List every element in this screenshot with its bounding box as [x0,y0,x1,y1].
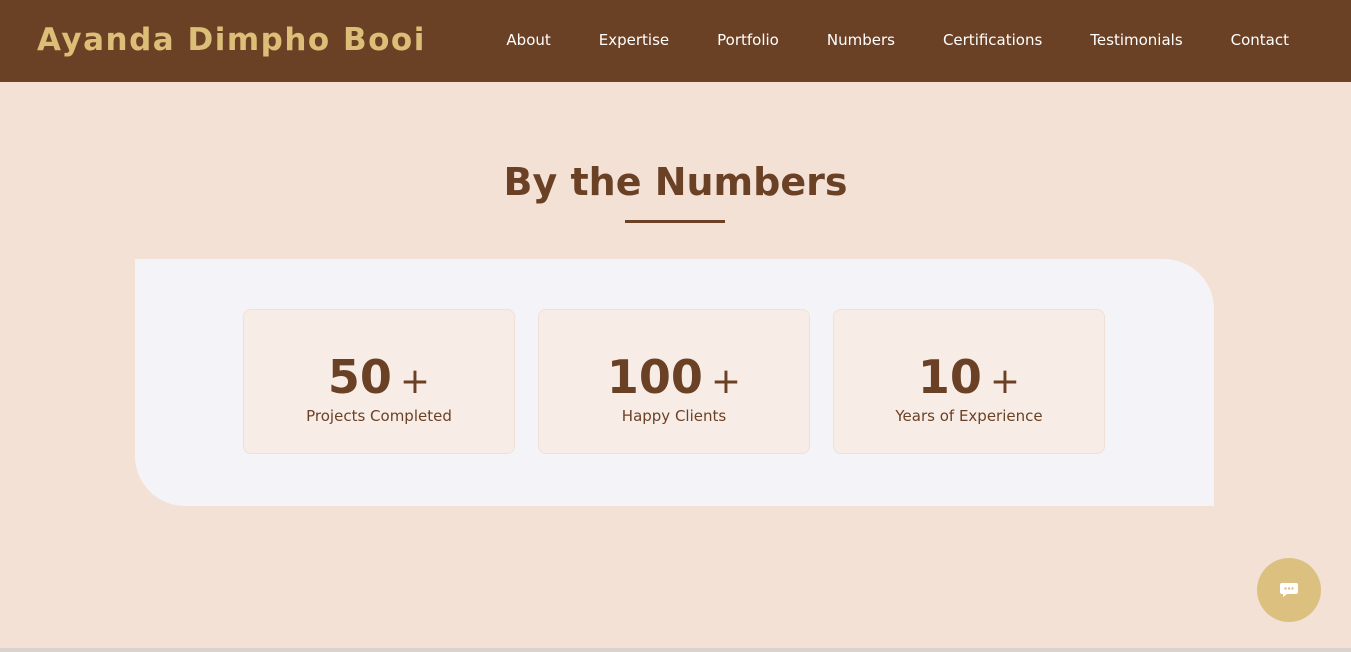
stat-number: 50 [327,350,392,404]
stat-label: Happy Clients [621,407,727,425]
title-underline [625,220,725,223]
stat-value: 10 + [834,350,1104,404]
chat-button[interactable] [1257,558,1321,622]
chat-bubble-icon [1280,583,1298,597]
nav-link-about[interactable]: About [506,31,550,49]
stat-value: 50 + [244,350,514,404]
nav-link-contact[interactable]: Contact [1231,31,1289,49]
stat-card-experience: 10 + Years of Experience [833,309,1105,454]
nav-link-expertise[interactable]: Expertise [599,31,669,49]
nav-link-portfolio[interactable]: Portfolio [717,31,779,49]
stat-card-projects: 50 + Projects Completed [243,309,515,454]
stat-suffix: + [399,361,431,402]
stat-label: Projects Completed [306,407,452,425]
stat-suffix: + [989,361,1021,402]
bottom-scroll-edge [0,648,1351,652]
stat-label: Years of Experience [895,407,1043,425]
section-title: By the Numbers [503,160,848,204]
stat-card-clients: 100 + Happy Clients [538,309,810,454]
stat-number: 100 [606,350,703,404]
nav-links: About Expertise Portfolio Numbers Certif… [458,31,1289,49]
nav-link-testimonials[interactable]: Testimonials [1090,31,1182,49]
stat-value: 100 + [539,350,809,404]
nav-link-certifications[interactable]: Certifications [943,31,1042,49]
stat-suffix: + [710,361,742,402]
top-navbar: Ayanda Dimpho Booi About Expertise Portf… [0,0,1351,82]
nav-link-numbers[interactable]: Numbers [827,31,895,49]
stat-number: 10 [917,350,982,404]
brand-name[interactable]: Ayanda Dimpho Booi [37,22,426,58]
